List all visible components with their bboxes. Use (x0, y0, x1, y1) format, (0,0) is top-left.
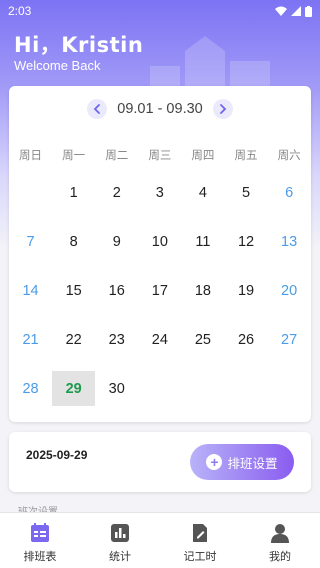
tab-schedule[interactable]: 排班表 (0, 513, 80, 568)
tab-profile[interactable]: 我的 (240, 513, 320, 568)
calendar-day-17[interactable]: 17 (138, 273, 181, 308)
wifi-icon (275, 6, 287, 16)
tab-label: 统计 (109, 551, 131, 563)
person-icon (271, 524, 289, 543)
plus-icon: + (206, 454, 223, 470)
date-range-label: 09.01 - 09.30 (117, 101, 203, 117)
weekday-label: 周日 (19, 150, 43, 162)
calendar-day-9[interactable]: 9 (95, 224, 138, 259)
calendar-day-4[interactable]: 4 (181, 175, 224, 210)
status-time: 2:03 (8, 4, 32, 18)
tab-log-hours[interactable]: 记工时 (160, 513, 240, 568)
calendar-day-3[interactable]: 3 (138, 175, 181, 210)
calendar-week-row: 21 22 23 24 25 26 27 (9, 315, 311, 364)
calendar-day-15[interactable]: 15 (52, 273, 95, 308)
calendar-day-6[interactable]: 6 (268, 175, 311, 210)
calendar-empty-cell (138, 371, 181, 406)
calendar-card: 09.01 - 09.30 周日 周一 周二 周三 周四 周五 周六 12345… (9, 86, 311, 422)
welcome-subtitle: Welcome Back (14, 58, 101, 73)
calendar-week-row: 7 8 9 10 11 12 13 (9, 217, 311, 266)
edit-note-icon (193, 524, 207, 542)
calendar-day-23[interactable]: 23 (95, 322, 138, 357)
status-icons (275, 5, 312, 17)
calendar-day-16[interactable]: 16 (95, 273, 138, 308)
weekday-label: 周六 (277, 150, 301, 162)
status-bar: 2:03 (0, 0, 320, 22)
previous-month-button[interactable] (87, 99, 108, 119)
calendar-day-25[interactable]: 25 (181, 322, 224, 357)
calendar-empty-cell (268, 371, 311, 406)
calendar-day-10[interactable]: 10 (138, 224, 181, 259)
calendar-day-19[interactable]: 19 (224, 273, 267, 308)
tab-statistics[interactable]: 统计 (80, 513, 160, 568)
calendar-day-8[interactable]: 8 (52, 224, 95, 259)
selected-date-text: 2025-09-29 (26, 448, 88, 462)
greeting-title: Hi，Kristin (14, 33, 144, 57)
calendar-day-11[interactable]: 11 (181, 224, 224, 259)
calendar-empty-cell (224, 371, 267, 406)
selected-date-card: 2025-09-29 + 排班设置 (9, 432, 311, 492)
calendar-day-29[interactable]: 29 (52, 371, 96, 406)
bar-chart-icon (111, 524, 129, 542)
calendar-week-row: 28 29 30 (9, 364, 311, 413)
chevron-left-icon (93, 104, 101, 114)
calendar-day-20[interactable]: 20 (268, 273, 311, 308)
chevron-right-icon (219, 104, 227, 114)
calendar-day-27[interactable]: 27 (268, 322, 311, 357)
calendar-week-row: 123456 (9, 168, 311, 217)
calendar-day-7[interactable]: 7 (9, 224, 52, 259)
month-range-selector: 09.01 - 09.30 (9, 98, 311, 120)
weekday-label: 周二 (105, 150, 129, 162)
calendar-day-21[interactable]: 21 (9, 322, 52, 357)
calendar-day-24[interactable]: 24 (138, 322, 181, 357)
calendar-day-5[interactable]: 5 (224, 175, 267, 210)
battery-icon (305, 5, 312, 17)
calendar-empty-cell (181, 371, 224, 406)
weekday-label: 周一 (62, 150, 86, 162)
next-month-button[interactable] (212, 99, 233, 119)
calendar-day-14[interactable]: 14 (9, 273, 52, 308)
tab-label: 我的 (269, 551, 291, 563)
weekday-label: 周四 (191, 150, 215, 162)
calendar-day-28[interactable]: 28 (9, 371, 52, 406)
weekday-header: 周日 周一 周二 周三 周四 周五 周六 (9, 147, 311, 163)
shift-settings-button[interactable]: + 排班设置 (190, 444, 294, 480)
signal-icon (291, 6, 301, 16)
calendar-day-2[interactable]: 2 (95, 175, 138, 210)
calendar-day-1[interactable]: 1 (52, 175, 95, 210)
calendar-grid: 1 2 3 4 5 6 7 8 9 10 11 12 13 14 15 16 17 18 19 20 21 22 23 24 2… (9, 168, 311, 413)
calendar-empty-cell (9, 175, 52, 210)
bottom-tab-bar: 排班表 统计 记工时 我的 (0, 512, 320, 568)
tab-label: 排班表 (23, 551, 57, 563)
calendar-day-12[interactable]: 12 (224, 224, 267, 259)
calendar-day-18[interactable]: 18 (181, 273, 224, 308)
weekday-label: 周五 (234, 150, 258, 162)
calendar-week-row: 14 15 16 17 18 19 20 (9, 266, 311, 315)
tab-label: 记工时 (183, 551, 217, 563)
calendar-day-26[interactable]: 26 (224, 322, 267, 357)
calendar-icon (31, 523, 49, 542)
calendar-day-30[interactable]: 30 (95, 371, 138, 406)
calendar-day-13[interactable]: 13 (268, 224, 311, 259)
weekday-label: 周三 (148, 150, 172, 162)
shift-settings-label: 排班设置 (227, 456, 278, 471)
calendar-day-22[interactable]: 22 (52, 322, 95, 357)
